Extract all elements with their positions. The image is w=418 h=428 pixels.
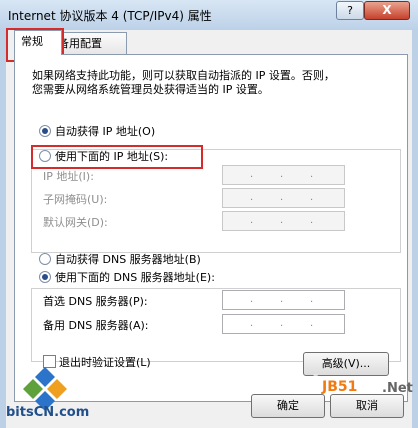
ip-address-label: IP 地址(I):: [43, 170, 94, 183]
general-panel: 如果网络支持此功能，则可以获取自动指派的 IP 设置。否则， 您需要从网络系统管…: [14, 54, 408, 402]
auto-ip-radio[interactable]: [39, 125, 51, 137]
title-bar: Internet 协议版本 4 (TCP/IPv4) 属性 ? X: [0, 0, 418, 30]
alternate-dns-label: 备用 DNS 服务器(A):: [43, 319, 149, 332]
jb51-watermark: JB51: [322, 379, 358, 395]
description-line-2: 您需要从网络系统管理员处获得适当的 IP 设置。: [32, 83, 269, 96]
manual-ip-label: 使用下面的 IP 地址(S):: [55, 150, 169, 163]
baidu-watermark: Bai: [275, 371, 321, 399]
manual-dns-label: 使用下面的 DNS 服务器地址(E):: [55, 271, 215, 284]
close-button[interactable]: X: [364, 1, 410, 20]
auto-dns-radio[interactable]: [39, 253, 51, 265]
auto-dns-label: 自动获得 DNS 服务器地址(B): [55, 253, 201, 266]
subnet-mask-label: 子网掩码(U):: [43, 193, 108, 206]
preferred-dns-field[interactable]: ...: [222, 290, 345, 310]
alternate-dns-field[interactable]: ...: [222, 314, 345, 334]
default-gateway-label: 默认网关(D):: [43, 216, 108, 229]
default-gateway-field: ...: [222, 211, 345, 231]
subnet-mask-field: ...: [222, 188, 345, 208]
ip-address-field: ...: [222, 165, 345, 185]
auto-ip-label: 自动获得 IP 地址(O): [55, 125, 156, 138]
manual-dns-radio[interactable]: [39, 271, 51, 283]
manual-ip-radio[interactable]: [39, 150, 51, 162]
tab-general[interactable]: 常规: [14, 30, 62, 55]
dialog-frame: Internet 协议版本 4 (TCP/IPv4) 属性 ? X 常规 备用配…: [0, 0, 418, 428]
window-title: Internet 协议版本 4 (TCP/IPv4) 属性: [8, 9, 212, 23]
preferred-dns-label: 首选 DNS 服务器(P):: [43, 295, 148, 308]
bitscn-logo-text: bitsCN.com: [6, 405, 90, 420]
cancel-button[interactable]: 取消: [330, 394, 404, 418]
net-watermark: .Net: [382, 381, 413, 396]
help-button[interactable]: ?: [336, 1, 364, 20]
